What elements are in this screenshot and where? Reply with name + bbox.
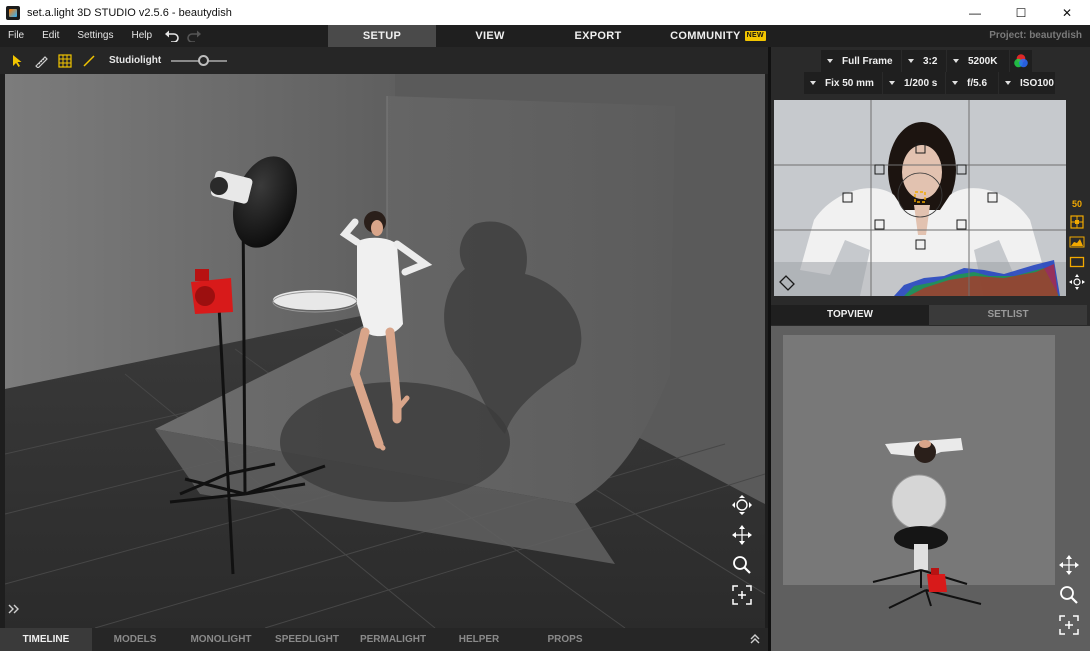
fit-icon[interactable] bbox=[731, 584, 753, 606]
studiolight-slider-thumb[interactable] bbox=[198, 54, 210, 66]
title-bar: set.a.light 3D STUDIO v2.5.6 - beautydis… bbox=[0, 0, 1090, 25]
tab-view[interactable]: VIEW bbox=[436, 25, 544, 47]
app-logo-icon bbox=[6, 5, 20, 20]
window-title: set.a.light 3D STUDIO v2.5.6 - beautydis… bbox=[27, 6, 232, 19]
aperture-select[interactable]: f/5.6 bbox=[946, 72, 998, 94]
chevron-down-icon bbox=[827, 59, 833, 63]
camera-preview[interactable] bbox=[774, 100, 1066, 296]
histogram-icon[interactable] bbox=[1069, 235, 1085, 249]
studiolight-label: Studiolight bbox=[109, 55, 162, 66]
window-controls: — ☐ ✕ bbox=[952, 0, 1090, 25]
menu-bar: File Edit Settings Help SETUP VIEW EXPOR… bbox=[0, 25, 1090, 47]
aperture-value: f/5.6 bbox=[967, 77, 988, 89]
right-tabs: TOPVIEW SETLIST bbox=[771, 305, 1090, 325]
app-window: set.a.light 3D STUDIO v2.5.6 - beautydis… bbox=[0, 0, 1090, 651]
shutter-value: 1/200 s bbox=[904, 77, 938, 89]
menu-settings[interactable]: Settings bbox=[68, 25, 122, 47]
tab-setup[interactable]: SETUP bbox=[328, 25, 436, 47]
expand-panel-icon[interactable] bbox=[7, 602, 21, 616]
studio-scene bbox=[5, 74, 765, 628]
tab-community[interactable]: COMMUNITY NEW bbox=[652, 25, 784, 47]
tab-props[interactable]: PROPS bbox=[522, 628, 608, 651]
tab-helper[interactable]: HELPER bbox=[436, 628, 522, 651]
menu-edit[interactable]: Edit bbox=[33, 25, 68, 47]
preview-side-tools: 50 bbox=[1067, 199, 1087, 290]
preview-zoom-label[interactable]: 50 bbox=[1072, 199, 1082, 209]
tab-monolight[interactable]: MONOLIGHT bbox=[178, 628, 264, 651]
chevron-down-icon bbox=[889, 81, 895, 85]
camera-row-1: Full Frame 3:2 5200K bbox=[821, 50, 1032, 72]
tab-community-label: COMMUNITY bbox=[670, 30, 741, 42]
chevron-down-icon bbox=[953, 59, 959, 63]
close-button[interactable]: ✕ bbox=[1044, 0, 1090, 25]
shutter-select[interactable]: 1/200 s bbox=[883, 72, 945, 94]
chevron-down-icon bbox=[908, 59, 914, 63]
main-nav: SETUP VIEW EXPORT COMMUNITY NEW bbox=[328, 25, 784, 47]
project-name: Project: beautydish bbox=[989, 30, 1082, 41]
line-icon[interactable] bbox=[77, 47, 101, 74]
grid-icon[interactable] bbox=[53, 47, 77, 74]
right-panel: Full Frame 3:2 5200K Fix 50 mm 1/200 s f… bbox=[771, 47, 1090, 651]
ratio-value: 3:2 bbox=[923, 55, 938, 67]
sensor-select[interactable]: Full Frame bbox=[821, 50, 901, 72]
focus-grid-icon[interactable] bbox=[1069, 215, 1085, 229]
tab-models[interactable]: MODELS bbox=[92, 628, 178, 651]
camera-row-2: Fix 50 mm 1/200 s f/5.6 ISO100 bbox=[804, 72, 1056, 94]
preview-image bbox=[774, 100, 1066, 296]
tab-export[interactable]: EXPORT bbox=[544, 25, 652, 47]
tab-setlist[interactable]: SETLIST bbox=[929, 305, 1087, 325]
undo-icon[interactable] bbox=[161, 25, 183, 47]
tab-topview[interactable]: TOPVIEW bbox=[771, 305, 929, 325]
pan-icon[interactable] bbox=[1058, 554, 1080, 576]
redo-icon[interactable] bbox=[183, 25, 205, 47]
lens-value: Fix 50 mm bbox=[825, 77, 874, 89]
chevron-down-icon bbox=[1005, 81, 1011, 85]
tab-speedlight[interactable]: SPEEDLIGHT bbox=[264, 628, 350, 651]
minimize-button[interactable]: — bbox=[952, 0, 998, 25]
menu-file[interactable]: File bbox=[0, 25, 33, 47]
lens-select[interactable]: Fix 50 mm bbox=[804, 72, 882, 94]
topview-controls bbox=[1058, 554, 1080, 636]
pan-icon[interactable] bbox=[731, 524, 753, 546]
iso-select[interactable]: ISO100 bbox=[999, 72, 1055, 94]
chevron-down-icon bbox=[952, 81, 958, 85]
pointer-icon[interactable] bbox=[5, 47, 29, 74]
menu-help[interactable]: Help bbox=[123, 25, 162, 47]
sensor-value: Full Frame bbox=[842, 55, 893, 67]
zoom-icon[interactable] bbox=[731, 554, 753, 576]
maximize-button[interactable]: ☐ bbox=[998, 0, 1044, 25]
studio-3d-viewport[interactable] bbox=[5, 74, 765, 628]
orbit-icon[interactable] bbox=[731, 494, 753, 516]
viewport-controls bbox=[731, 494, 753, 606]
frame-icon[interactable] bbox=[1069, 255, 1085, 269]
topview-panel[interactable] bbox=[771, 326, 1090, 651]
white-balance-value: 5200K bbox=[968, 55, 998, 67]
topview-scene bbox=[783, 335, 1055, 609]
chevron-down-icon bbox=[810, 81, 816, 85]
white-balance-select[interactable]: 5200K bbox=[947, 50, 1009, 72]
tab-timeline[interactable]: TIMELINE bbox=[0, 628, 92, 651]
studiolight-slider[interactable] bbox=[171, 54, 228, 66]
measure-icon[interactable] bbox=[29, 47, 53, 74]
tab-permalight[interactable]: PERMALIGHT bbox=[350, 628, 436, 651]
viewport-toolbar: Studiolight bbox=[0, 47, 768, 74]
fit-icon[interactable] bbox=[1058, 614, 1080, 636]
iso-value: ISO100 bbox=[1020, 77, 1054, 89]
color-settings-icon[interactable] bbox=[1010, 50, 1032, 72]
new-badge: NEW bbox=[744, 31, 766, 41]
bottom-tabs: TIMELINE MODELS MONOLIGHT SPEEDLIGHT PER… bbox=[0, 628, 768, 651]
ratio-select[interactable]: 3:2 bbox=[902, 50, 946, 72]
navigate-icon[interactable] bbox=[1069, 274, 1085, 290]
zoom-icon[interactable] bbox=[1058, 584, 1080, 606]
collapse-icon[interactable] bbox=[748, 632, 762, 646]
